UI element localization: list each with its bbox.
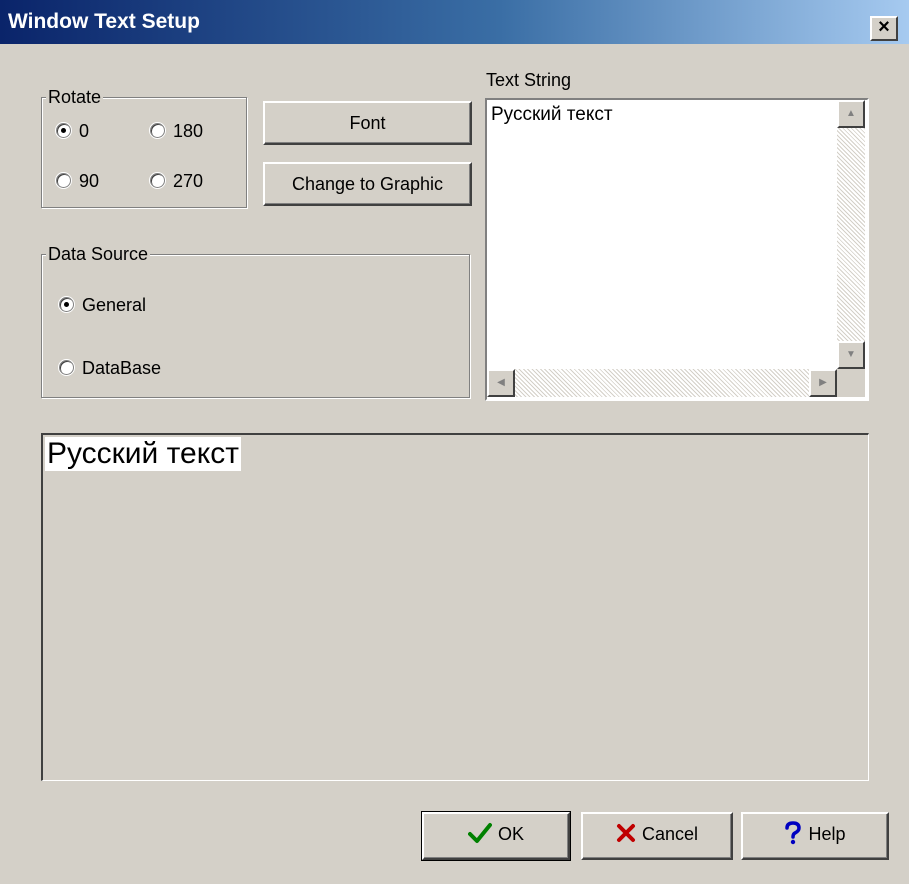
ok-button[interactable]: OK: [421, 811, 571, 861]
font-button-label: Font: [349, 113, 386, 133]
rotate-radio-label: 270: [173, 171, 204, 191]
question-icon: [785, 821, 802, 845]
rotate-legend: Rotate: [46, 86, 104, 108]
arrow-down-icon: ▼: [846, 349, 856, 360]
text-string-input[interactable]: Русский текст ▲ ▼ ◀ ▶: [485, 98, 869, 401]
text-string-label: Text String: [486, 70, 572, 90]
cancel-label: Cancel: [641, 824, 699, 844]
rotate-radio-90[interactable]: 90: [56, 169, 99, 193]
preview-text: Русский текст: [45, 437, 241, 471]
text-string-value: Русский текст: [491, 104, 613, 125]
rotate-group: Rotate 0 180 90 270: [41, 86, 247, 208]
data-source-radio-general[interactable]: General: [59, 293, 146, 317]
close-icon: ×: [878, 16, 890, 38]
rotate-radio-label: 90: [79, 171, 100, 191]
radio-selected-icon: [56, 122, 71, 138]
cancel-button[interactable]: Cancel: [581, 812, 733, 860]
horizontal-scrollbar[interactable]: [487, 369, 837, 397]
rotate-radio-180[interactable]: 180: [150, 119, 203, 143]
radio-selected-icon: [59, 296, 74, 312]
rotate-radio-0[interactable]: 0: [56, 119, 89, 143]
data-source-radio-label: DataBase: [82, 358, 162, 378]
rotate-radio-270[interactable]: 270: [150, 169, 203, 193]
scroll-up-button[interactable]: ▲: [837, 100, 865, 128]
arrow-right-icon: ▶: [819, 377, 827, 388]
text-preview: Русский текст: [41, 433, 869, 781]
close-button[interactable]: ×: [870, 16, 898, 41]
scroll-down-button[interactable]: ▼: [837, 341, 865, 369]
scrollbar-corner: [837, 369, 865, 397]
check-icon: [467, 823, 492, 844]
ok-label: OK: [497, 824, 524, 844]
change-to-graphic-label: Change to Graphic: [291, 174, 444, 194]
radio-unselected-icon: [56, 172, 71, 188]
arrow-up-icon: ▲: [846, 108, 856, 119]
radio-unselected-icon: [150, 122, 165, 138]
data-source-radio-label: General: [82, 295, 147, 315]
data-source-group: Data Source General DataBase: [41, 243, 470, 398]
window-title: Window Text Setup: [8, 10, 200, 33]
vertical-scrollbar[interactable]: [837, 100, 865, 369]
radio-unselected-icon: [150, 172, 165, 188]
change-to-graphic-button[interactable]: Change to Graphic: [263, 162, 472, 206]
scroll-left-button[interactable]: ◀: [487, 369, 515, 397]
help-button[interactable]: Help: [741, 812, 889, 860]
rotate-radio-label: 0: [79, 121, 90, 141]
scroll-right-button[interactable]: ▶: [809, 369, 837, 397]
data-source-radio-database[interactable]: DataBase: [59, 356, 161, 380]
help-label: Help: [808, 824, 846, 844]
radio-unselected-icon: [59, 359, 74, 375]
font-button[interactable]: Font: [263, 101, 472, 145]
data-source-legend: Data Source: [46, 243, 151, 265]
x-icon: [616, 824, 635, 843]
rotate-radio-label: 180: [173, 121, 204, 141]
arrow-left-icon: ◀: [497, 377, 505, 388]
title-bar: Window Text Setup: [0, 0, 909, 44]
